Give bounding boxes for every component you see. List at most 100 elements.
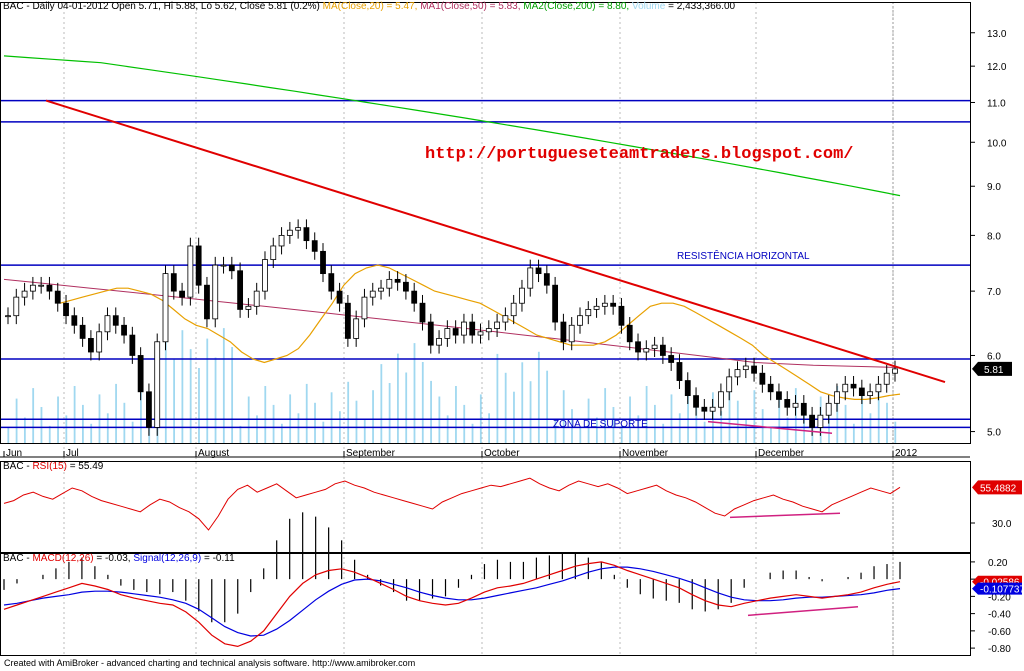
signal-line: [3, 566, 901, 637]
volume-bar: [703, 421, 706, 443]
candle-down: [784, 399, 791, 408]
volume-bar: [786, 417, 789, 443]
volume-bar: [82, 404, 84, 443]
volume-bar: [645, 386, 648, 443]
candle-down: [79, 324, 86, 339]
macd-header-prefix: BAC -: [3, 553, 30, 564]
candle-up: [585, 309, 592, 317]
date-label: September: [346, 448, 396, 459]
volume-bar: [173, 359, 175, 443]
candle-down: [535, 267, 542, 275]
candle-down: [228, 264, 235, 272]
price-tick-label: 9.0: [987, 182, 1001, 193]
rsi-panel: 30.0 55.4882: [3, 477, 1022, 531]
candle-down: [751, 365, 757, 374]
rsi-value: = 55.49: [69, 461, 104, 472]
macd-value: = -0.03,: [96, 553, 131, 564]
volume-bar: [131, 421, 134, 443]
candle-up: [726, 376, 733, 393]
candle-up: [444, 328, 451, 339]
candle-down: [610, 302, 617, 307]
support-zone-label: ZONA DE SUPORTE: [553, 419, 648, 430]
volume-bar: [40, 407, 43, 443]
candle-up: [353, 318, 360, 339]
candle-down: [311, 240, 318, 252]
candle-down: [204, 284, 210, 320]
volume-bar: [388, 383, 391, 443]
panel-frame-1: [0, 461, 971, 553]
candle-down: [659, 344, 666, 356]
candle-up: [817, 414, 824, 428]
volume-bar: [305, 383, 308, 443]
candle-up: [742, 365, 749, 371]
candle-down: [237, 270, 244, 310]
candle-up: [577, 315, 583, 326]
volume-bar: [504, 372, 507, 443]
signal-value: = -0.11: [203, 553, 235, 564]
ma50-label: MA1(Close,50) = 5.83,: [420, 1, 521, 12]
volume-bar: [745, 419, 747, 443]
candle-up: [842, 383, 849, 393]
volume-bar: [430, 380, 432, 443]
candle-up: [792, 402, 799, 408]
rsi-label: RSI(15): [32, 461, 67, 472]
panel-frame-2: [0, 553, 971, 656]
candle-up: [262, 259, 268, 292]
candle-up: [502, 315, 509, 323]
candle-down: [850, 383, 857, 389]
candle-down: [146, 391, 152, 428]
candle-down: [71, 315, 78, 326]
volume-bar: [405, 372, 408, 443]
macd-panel: 0.200.00-0.20-0.40-0.60-0.80-0.02586-0.1…: [3, 512, 1024, 655]
volume-bar: [32, 388, 35, 443]
candle-down: [328, 273, 335, 292]
volume-bar: [355, 400, 358, 443]
candle-down: [121, 324, 127, 336]
volume-bar: [521, 362, 524, 443]
volume-bar: [579, 428, 582, 443]
price-tick-label: 11.0: [987, 98, 1006, 109]
candle-down: [394, 278, 401, 283]
candle-up: [568, 324, 575, 343]
candle-up: [245, 305, 252, 310]
rsi-tick-label: 30.0: [992, 519, 1012, 530]
candle-up: [162, 273, 169, 343]
volume-bar: [198, 368, 200, 443]
volume-bar: [886, 402, 888, 443]
date-label: October: [484, 448, 520, 459]
candle-up: [212, 264, 219, 320]
volume-bar: [115, 383, 117, 443]
candle-down: [129, 334, 136, 356]
candle-down: [560, 321, 567, 343]
candle-down: [137, 355, 144, 393]
volume-bar: [181, 330, 184, 443]
volume-bar: [397, 353, 399, 443]
candle-up: [709, 406, 716, 412]
candle-down: [469, 321, 476, 336]
volume-bar: [421, 362, 424, 443]
macd-line: [3, 561, 901, 648]
volume-bar: [894, 421, 897, 443]
candle-up: [5, 315, 11, 318]
macd-label: MACD(12,26): [32, 553, 94, 564]
candle-up: [286, 229, 293, 236]
volume-bar: [496, 353, 499, 443]
candle-down: [635, 341, 641, 353]
volume-value: = 2,433,366.00: [668, 1, 736, 12]
volume-bar: [314, 402, 316, 443]
candle-up: [386, 278, 393, 289]
candle-up: [253, 290, 260, 307]
volume-bar: [770, 428, 772, 443]
volume-bar: [513, 391, 515, 443]
last-price-label: 5.81: [984, 365, 1004, 376]
volume-bar: [380, 364, 383, 443]
date-label: Jul: [66, 448, 79, 459]
candle-up: [892, 368, 898, 374]
candle-down: [552, 284, 559, 323]
price-tick-label: 7.0: [987, 287, 1001, 298]
ma200-label: MA2(Close,200) = 8.80,: [523, 1, 630, 12]
candle-up: [593, 305, 600, 310]
volume-bar: [330, 392, 333, 443]
candle-down: [693, 395, 699, 408]
candle-up: [361, 296, 368, 320]
